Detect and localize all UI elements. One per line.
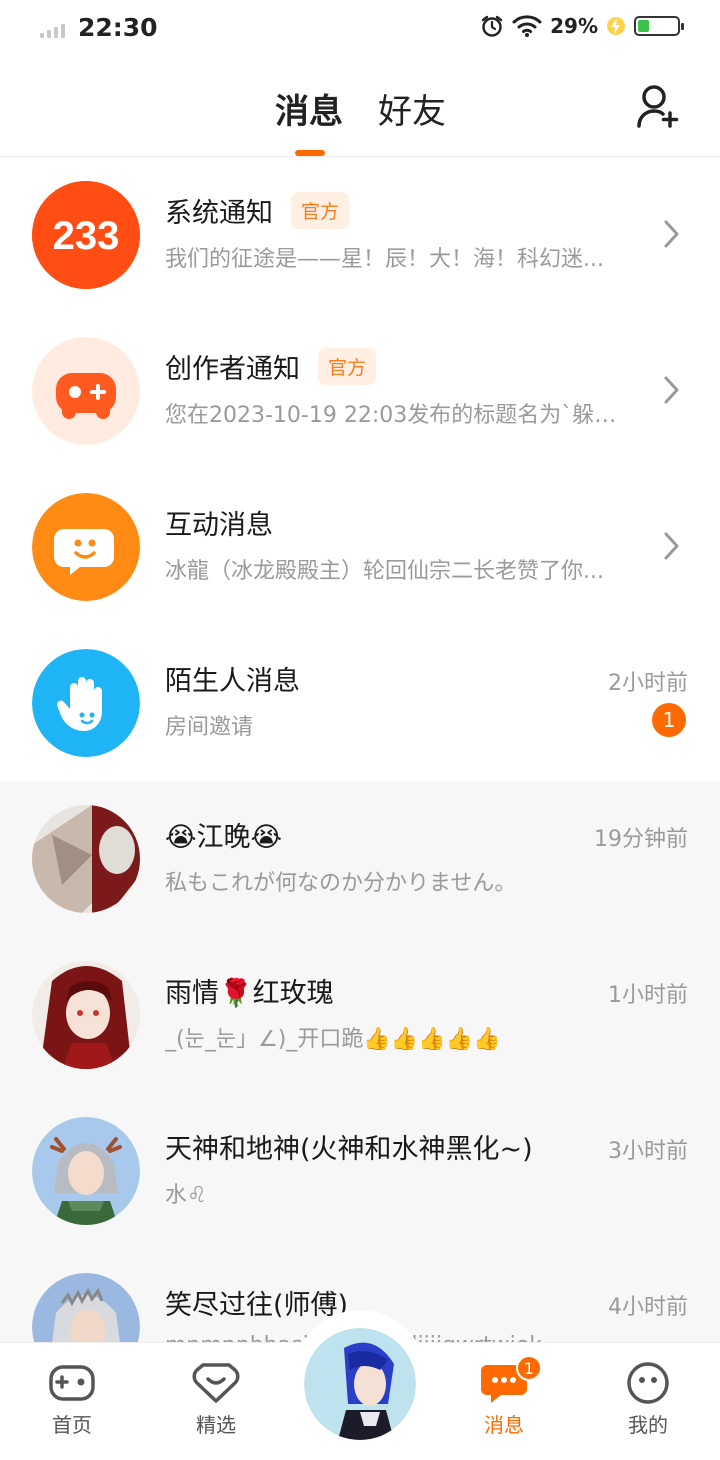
row-name: 互动消息 (165, 510, 273, 541)
wave-hand-icon (32, 649, 140, 757)
stranger-row[interactable]: 陌生人消息 房间邀请 2小时前 1 (0, 625, 720, 781)
creator-notice-row[interactable]: 创作者通知 官方 您在2023-10-19 22:03发布的标题名为`躲避... (0, 313, 720, 469)
tab-messages[interactable]: 消息 (275, 84, 343, 133)
signal-icon (40, 24, 65, 38)
status-time: 22:30 (78, 13, 158, 42)
chat-smile-icon (32, 493, 140, 601)
row-preview: 冰龍（冰龙殿殿主）轮回仙宗二长老赞了你... (165, 559, 604, 584)
center-profile-avatar[interactable] (304, 1328, 416, 1440)
chat-row[interactable]: 雨情🌹红玫瑰 _(눈_눈」∠)_开口跪👍👍👍👍👍 1小时前 (0, 937, 720, 1093)
battery-icon (634, 16, 684, 36)
chevron-right-icon (664, 376, 679, 404)
active-tab-indicator (295, 150, 325, 156)
row-time: 3小时前 (608, 1139, 688, 1164)
row-time: 2小时前 (608, 671, 688, 696)
row-name: 系统通知 (165, 198, 273, 229)
gamepad-icon (49, 1365, 95, 1401)
row-time: 1小时前 (608, 983, 688, 1008)
nav-label: 消息 (484, 1413, 524, 1437)
message-list: 233 系统通知 官方 我们的征途是——星！辰！大！海！科幻迷... 创作者通知 (0, 157, 720, 1405)
row-preview: 水♌ (165, 1183, 207, 1208)
logo-233-icon: 233 (32, 181, 140, 289)
nav-label: 我的 (628, 1413, 668, 1437)
add-user-icon[interactable] (636, 82, 680, 130)
row-name: 雨情🌹红玫瑰 (165, 978, 334, 1009)
chevron-right-icon (664, 532, 679, 560)
avatar (32, 1117, 140, 1225)
battery-percent: 29% (550, 14, 598, 38)
interaction-row[interactable]: 互动消息 冰龍（冰龙殿殿主）轮回仙宗二长老赞了你... (0, 469, 720, 625)
nav-featured[interactable]: 精选 (166, 1361, 266, 1438)
row-preview: 我们的征途是——星！辰！大！海！科幻迷... (165, 247, 604, 272)
charging-icon (607, 17, 625, 35)
wifi-icon (512, 15, 542, 37)
heart-box-icon (192, 1363, 240, 1403)
row-name: 创作者通知 (165, 354, 300, 385)
avatar (32, 805, 140, 913)
tab-friends[interactable]: 好友 (378, 84, 446, 133)
row-preview: _(눈_눈」∠)_开口跪👍👍👍👍👍 (165, 1027, 501, 1052)
system-notice-row[interactable]: 233 系统通知 官方 我们的征途是——星！辰！大！海！科幻迷... (0, 157, 720, 313)
nav-message-badge: 1 (516, 1355, 542, 1381)
official-badge: 官方 (318, 348, 377, 385)
header: 消息 好友 (0, 58, 720, 157)
nav-me[interactable]: 我的 (598, 1361, 698, 1438)
row-name: 陌生人消息 (165, 666, 300, 697)
nav-messages[interactable]: 1 消息 (454, 1355, 554, 1438)
chat-row[interactable]: 天神和地神(火神和水神黑化~) 水♌ 3小时前 (0, 1093, 720, 1249)
nav-label: 精选 (196, 1413, 236, 1437)
nav-label: 首页 (52, 1413, 92, 1437)
gamepad-plus-icon (32, 337, 140, 445)
row-preview: 房间邀请 (165, 715, 254, 740)
row-preview: 您在2023-10-19 22:03发布的标题名为`躲避... (165, 403, 635, 428)
status-bar: 22:30 29% (0, 0, 720, 58)
row-name: 天神和地神(火神和水神黑化~) (165, 1134, 533, 1165)
avatar (32, 961, 140, 1069)
row-time: 19分钟前 (594, 827, 688, 852)
face-icon (627, 1362, 669, 1404)
row-name: 笑尽过往(师傅) (165, 1290, 349, 1321)
row-name: 😭江晚😭 (165, 822, 283, 853)
svg-text:233: 233 (53, 214, 120, 258)
nav-home[interactable]: 首页 (22, 1361, 122, 1438)
unread-count-badge: 1 (652, 703, 686, 737)
chevron-right-icon (664, 220, 679, 248)
chat-row[interactable]: 😭江晚😭 私もこれが何なのか分かりません。 19分钟前 (0, 781, 720, 937)
official-badge: 官方 (291, 192, 350, 229)
row-time: 4小时前 (608, 1295, 688, 1320)
alarm-icon (481, 15, 503, 37)
row-preview: 私もこれが何なのか分かりません。 (165, 871, 517, 896)
